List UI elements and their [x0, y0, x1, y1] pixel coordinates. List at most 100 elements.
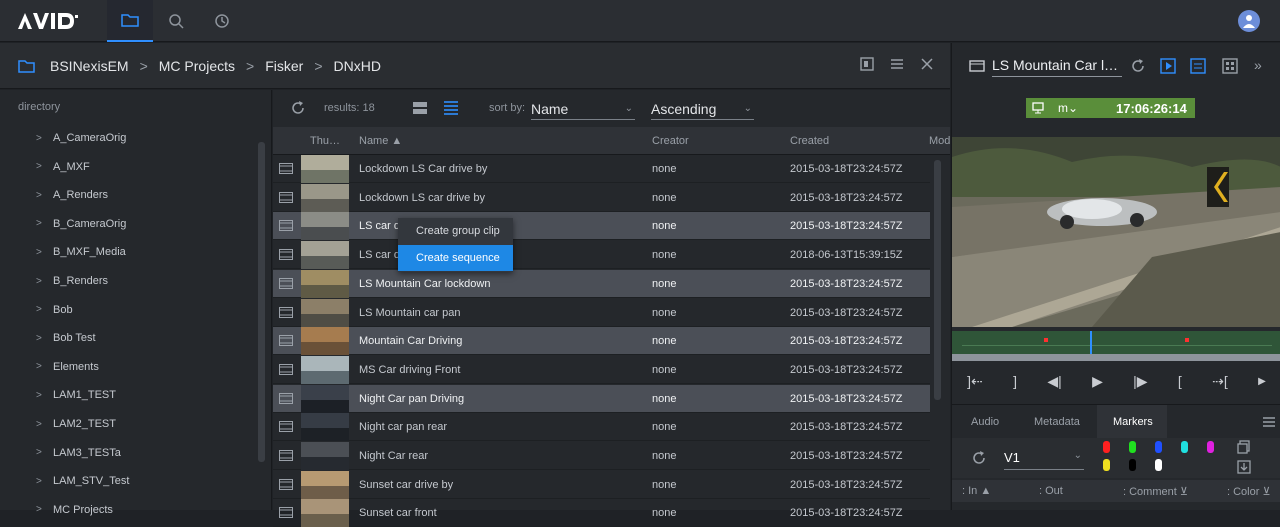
marker-color-cyan[interactable]: [1181, 441, 1188, 453]
table-row[interactable]: Night car pan rear none 2015-03-18T23:24:5…: [273, 413, 930, 442]
column-out[interactable]: : Out: [1039, 485, 1063, 497]
track-select[interactable]: V1 ⌄: [1004, 450, 1084, 470]
grid-view-icon[interactable]: [412, 101, 428, 115]
menu-icon[interactable]: [1262, 416, 1276, 428]
marker-color-white[interactable]: [1155, 459, 1162, 471]
directory-item[interactable]: > A_Renders: [36, 181, 108, 209]
directory-item[interactable]: > A_CameraOrig: [36, 124, 126, 152]
row-creator: none: [652, 450, 677, 462]
layout-icon[interactable]: [1222, 58, 1238, 74]
clip-icon: [279, 335, 293, 347]
row-creator: none: [652, 363, 677, 376]
table-row[interactable]: Lockdown LS Car drive by none 2015-03-18T2…: [273, 155, 930, 183]
marker-color-yellow[interactable]: [1103, 459, 1110, 471]
marker-color-green[interactable]: [1129, 441, 1136, 453]
refresh-icon[interactable]: [971, 450, 987, 466]
directory-item[interactable]: > B_MXF_Media: [36, 238, 126, 266]
table-row[interactable]: LS car d none 2015-03-18T23:24:57Z: [273, 212, 930, 241]
list-scrollbar[interactable]: [934, 160, 941, 400]
tab-audio[interactable]: Audio: [971, 416, 999, 428]
directory-item[interactable]: > LAM1_TEST: [36, 381, 116, 409]
clip-thumbnail: [301, 212, 349, 241]
column-in[interactable]: : In ▲: [962, 485, 991, 497]
directory-item[interactable]: > Elements: [36, 353, 99, 381]
table-row[interactable]: Lockdown LS car drive by none 2015-03-18T2…: [273, 183, 930, 212]
table-row[interactable]: Sunset car drive by none 2015-03-18T23:24:…: [273, 470, 930, 499]
column-name[interactable]: Name ▲: [359, 135, 402, 147]
table-row[interactable]: Night Car pan Driving none 2015-03-18T23:2…: [273, 384, 930, 413]
search-icon: [169, 14, 184, 29]
tab-markers[interactable]: Markers: [1113, 416, 1153, 428]
table-row[interactable]: LS car d none 2018-06-13T15:39:15Z: [273, 241, 930, 270]
mark-out-icon[interactable]: ]: [1013, 373, 1017, 389]
menu-icon[interactable]: [890, 57, 904, 71]
search-tab[interactable]: [153, 0, 199, 42]
go-to-mark-in-icon[interactable]: ]⇠: [967, 373, 983, 390]
directory-item[interactable]: > LAM_STV_Test: [36, 467, 129, 495]
directory-item-label: A_MXF: [53, 160, 90, 173]
column-modified[interactable]: Mod: [929, 135, 950, 147]
directory-item[interactable]: > Bob: [36, 296, 73, 324]
directory-item[interactable]: > B_CameraOrig: [36, 210, 126, 238]
monitor-icon[interactable]: [1032, 102, 1044, 114]
sort-order-select[interactable]: Ascending ⌄: [651, 98, 754, 120]
video-frame: [952, 137, 1280, 327]
table-row[interactable]: Mountain Car Driving none 2015-03-18T23:24…: [273, 327, 930, 356]
refresh-icon[interactable]: [1130, 58, 1146, 74]
sort-field-select[interactable]: Name ⌄: [531, 98, 635, 120]
metadata-view-icon[interactable]: [1190, 58, 1206, 74]
marker-color-blue[interactable]: [1155, 441, 1162, 453]
breadcrumb-item[interactable]: MC Projects: [159, 58, 235, 74]
browse-tab[interactable]: [107, 0, 153, 42]
chevron-down-icon: ⌄: [743, 103, 752, 114]
download-icon[interactable]: [1237, 460, 1251, 474]
breadcrumb-item[interactable]: DNxHD: [334, 58, 381, 74]
refresh-icon[interactable]: [290, 100, 306, 116]
history-tab[interactable]: [199, 0, 245, 42]
timecode-mode-select[interactable]: m⌄: [1058, 101, 1082, 115]
expand-icon[interactable]: »: [1254, 57, 1262, 73]
play-mode-icon[interactable]: [1160, 58, 1176, 74]
column-color[interactable]: : Color ⊻: [1227, 485, 1271, 498]
breadcrumb-item[interactable]: Fisker: [265, 58, 303, 74]
panel-toggle-icon[interactable]: [860, 57, 874, 71]
column-created[interactable]: Created: [790, 135, 829, 147]
marker-color-red[interactable]: [1103, 441, 1110, 453]
timeline-scrubber[interactable]: [952, 331, 1280, 361]
tab-metadata[interactable]: Metadata: [1034, 416, 1080, 428]
close-icon[interactable]: [920, 57, 934, 71]
copy-icon[interactable]: [1237, 440, 1251, 454]
marker-color-black[interactable]: [1129, 459, 1136, 471]
marker-color-magenta[interactable]: [1207, 441, 1214, 453]
viewer-title[interactable]: LS Mountain Car l…: [992, 57, 1122, 77]
directory-item[interactable]: > LAM3_TESTa: [36, 439, 121, 467]
column-creator[interactable]: Creator: [652, 135, 689, 147]
table-row[interactable]: LS Mountain car pan none 2015-03-18T23:24:…: [273, 298, 930, 327]
directory-item[interactable]: > LAM2_TEST: [36, 410, 116, 438]
step-forward-icon[interactable]: |▶: [1133, 373, 1147, 390]
create-sequence-item[interactable]: Create sequence: [398, 245, 513, 271]
table-row[interactable]: Night Car rear none 2015-03-18T23:24:57Z: [273, 442, 930, 470]
column-comment[interactable]: : Comment ⊻: [1123, 485, 1188, 498]
directory-item[interactable]: > B_Renders: [36, 267, 108, 295]
more-controls-icon[interactable]: ▶: [1258, 376, 1266, 387]
create-group-clip-item[interactable]: Create group clip: [398, 218, 513, 244]
play-icon[interactable]: ▶: [1092, 373, 1103, 390]
chevron-right-icon: >: [36, 475, 42, 487]
column-thumbnail[interactable]: Thu…: [310, 135, 340, 147]
step-back-icon[interactable]: ◀|: [1047, 373, 1061, 390]
go-to-mark-out-icon[interactable]: ⇢[: [1212, 373, 1228, 390]
timecode-display: 17:06:26:14: [1116, 100, 1187, 116]
directory-scrollbar[interactable]: [258, 142, 265, 462]
table-row[interactable]: LS Mountain Car lockdown none 2015-03-18T2…: [273, 269, 930, 298]
directory-item[interactable]: > Bob Test: [36, 324, 96, 352]
breadcrumb-item[interactable]: BSINexisEM: [50, 58, 129, 74]
mark-in-icon[interactable]: [: [1178, 373, 1182, 389]
directory-item-label: B_MXF_Media: [53, 246, 126, 259]
directory-item[interactable]: > A_MXF: [36, 153, 90, 181]
table-row[interactable]: MS Car driving Front none 2015-03-18T23:24…: [273, 355, 930, 384]
list-view-icon[interactable]: [443, 100, 459, 116]
user-avatar[interactable]: [1238, 10, 1260, 32]
table-row[interactable]: Sunset car front none 2015-03-18T23:24:57Z: [273, 499, 930, 527]
clip-icon: [279, 363, 293, 375]
